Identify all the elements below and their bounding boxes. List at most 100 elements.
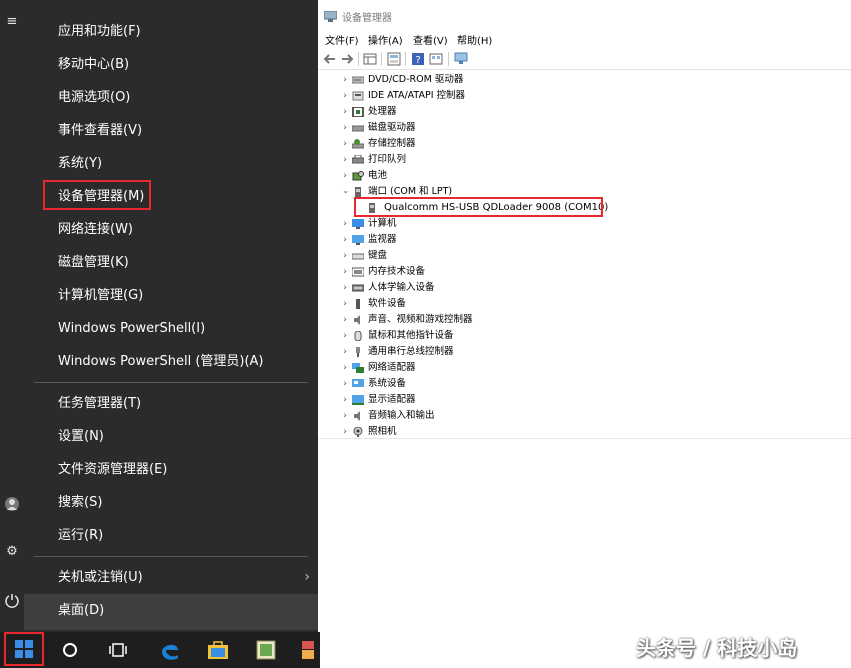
expand-chevron-icon[interactable]: › <box>340 152 350 168</box>
expand-chevron-icon[interactable]: › <box>340 408 350 424</box>
tree-node-sound[interactable]: › 声音、视频和游戏控制器 <box>318 312 851 328</box>
tree-bottom-border <box>318 438 851 439</box>
tree-node-computer[interactable]: › 计算机 <box>318 216 851 232</box>
keyboard-icon <box>352 253 364 260</box>
menu-bar: 文件(F) 操作(A) 查看(V) 帮助(H) <box>318 30 851 47</box>
tree-node-keyboard[interactable]: › 键盘 <box>318 248 851 264</box>
menu-item-search[interactable]: 搜索(S) <box>24 486 318 519</box>
toolbar-divider <box>405 52 406 66</box>
camera-icon <box>353 427 363 437</box>
tree-node-monitor[interactable]: › 监视器 <box>318 232 851 248</box>
back-arrow-icon[interactable] <box>323 52 337 66</box>
tree-node-dvd[interactable]: › DVD/CD-ROM 驱动器 <box>318 72 851 88</box>
menu-action[interactable]: 操作(A) <box>368 32 403 47</box>
expand-chevron-icon[interactable]: › <box>340 72 350 88</box>
app-icon[interactable] <box>246 632 286 668</box>
settings-gear-icon[interactable]: ⚙ <box>4 544 20 560</box>
tree-node-network[interactable]: › 网络适配器 <box>318 360 851 376</box>
toolbar-divider <box>358 52 359 66</box>
tree-node-software-device[interactable]: › 软件设备 <box>318 296 851 312</box>
system-device-icon <box>352 379 364 387</box>
scan-hardware-icon[interactable] <box>454 52 468 66</box>
view-details-icon[interactable] <box>429 52 443 66</box>
expand-chevron-icon[interactable]: › <box>340 376 350 392</box>
tree-node-printer[interactable]: › 打印队列 <box>318 152 851 168</box>
menu-item-shutdown-signout[interactable]: 关机或注销(U) › <box>24 561 318 594</box>
tree-node-memory[interactable]: › 内存技术设备 <box>318 264 851 280</box>
expand-chevron-icon[interactable]: › <box>340 232 350 248</box>
expand-chevron-icon[interactable]: › <box>340 264 350 280</box>
hid-icon <box>352 284 364 292</box>
expand-chevron-icon[interactable]: › <box>340 88 350 104</box>
edge-icon[interactable] <box>150 632 190 668</box>
highlight-box-device-manager <box>43 180 151 210</box>
menu-item-computer-management[interactable]: 计算机管理(G) <box>24 279 318 312</box>
expand-chevron-icon[interactable]: › <box>340 344 350 360</box>
ide-icon <box>352 91 364 101</box>
menu-file[interactable]: 文件(F) <box>325 32 359 47</box>
expand-chevron-icon[interactable]: › <box>340 216 350 232</box>
port-icon <box>355 187 361 197</box>
app-icon-partial[interactable] <box>296 632 320 668</box>
menu-item-desktop[interactable]: 桌面(D) <box>24 594 318 630</box>
menu-item-powershell[interactable]: Windows PowerShell(I) <box>24 312 318 345</box>
user-avatar-icon[interactable] <box>4 496 20 512</box>
power-icon[interactable] <box>4 592 20 608</box>
cortana-circle-icon[interactable] <box>50 632 90 668</box>
expand-chevron-icon[interactable]: › <box>340 168 350 184</box>
watermark-text: 头条号 / 科技小岛 <box>636 636 798 660</box>
menu-view[interactable]: 查看(V) <box>413 32 448 47</box>
properties-grid-icon[interactable] <box>363 52 377 66</box>
expand-chevron-icon[interactable]: › <box>340 280 350 296</box>
expand-chevron-icon[interactable]: › <box>340 392 350 408</box>
memory-icon <box>352 267 364 277</box>
tree-node-hid[interactable]: › 人体学输入设备 <box>318 280 851 296</box>
dvd-icon <box>352 76 364 84</box>
expand-chevron-icon[interactable]: › <box>340 328 350 344</box>
tree-node-ide[interactable]: › IDE ATA/ATAPI 控制器 <box>318 88 851 104</box>
chevron-right-icon: › <box>304 569 310 585</box>
tree-node-display-adapter[interactable]: › 显示适配器 <box>318 392 851 408</box>
tree-node-storage[interactable]: › 存储控制器 <box>318 136 851 152</box>
menu-divider <box>34 556 308 557</box>
menu-item-power-options[interactable]: 电源选项(O) <box>24 81 318 114</box>
hamburger-menu-icon[interactable]: ≡ <box>4 14 20 30</box>
tree-node-system-device[interactable]: › 系统设备 <box>318 376 851 392</box>
tree-node-battery[interactable]: › 电池 <box>318 168 851 184</box>
tree-node-processor[interactable]: › 处理器 <box>318 104 851 120</box>
forward-arrow-icon[interactable] <box>340 52 354 66</box>
expand-chevron-icon[interactable]: › <box>340 104 350 120</box>
store-icon[interactable] <box>198 632 238 668</box>
update-driver-icon[interactable] <box>387 52 401 66</box>
menu-item-mobility-center[interactable]: 移动中心(B) <box>24 48 318 81</box>
usb-icon <box>356 347 360 357</box>
menu-item-file-explorer[interactable]: 文件资源管理器(E) <box>24 453 318 486</box>
menu-item-apps-features[interactable]: 应用和功能(F) <box>24 15 318 48</box>
menu-item-disk-management[interactable]: 磁盘管理(K) <box>24 246 318 279</box>
tree-node-audio[interactable]: › 音频输入和输出 <box>318 408 851 424</box>
expand-chevron-icon[interactable]: › <box>340 136 350 152</box>
expand-chevron-icon[interactable]: › <box>340 312 350 328</box>
menu-item-powershell-admin[interactable]: Windows PowerShell (管理员)(A) <box>24 345 318 378</box>
expand-chevron-icon[interactable]: › <box>340 248 350 264</box>
expand-chevron-icon[interactable]: › <box>340 296 350 312</box>
menu-item-task-manager[interactable]: 任务管理器(T) <box>24 387 318 420</box>
menu-item-event-viewer[interactable]: 事件查看器(V) <box>24 114 318 147</box>
title-bar: 设备管理器 <box>318 0 851 30</box>
menu-item-network-connections[interactable]: 网络连接(W) <box>24 213 318 246</box>
menu-item-run[interactable]: 运行(R) <box>24 519 318 552</box>
disk-icon <box>352 125 364 132</box>
tree-node-usb[interactable]: › 通用串行总线控制器 <box>318 344 851 360</box>
tree-node-mouse[interactable]: › 鼠标和其他指针设备 <box>318 328 851 344</box>
tree-node-disk[interactable]: › 磁盘驱动器 <box>318 120 851 136</box>
menu-item-settings[interactable]: 设置(N) <box>24 420 318 453</box>
expand-chevron-icon[interactable]: › <box>340 360 350 376</box>
expand-chevron-icon[interactable]: › <box>340 120 350 136</box>
collapse-chevron-icon[interactable]: › <box>337 187 353 197</box>
svg-text:?: ? <box>415 55 420 66</box>
menu-help[interactable]: 帮助(H) <box>457 32 492 47</box>
menu-item-system[interactable]: 系统(Y) <box>24 147 318 180</box>
task-view-icon[interactable] <box>98 632 138 668</box>
help-icon[interactable]: ? <box>411 52 425 66</box>
start-button[interactable] <box>4 632 44 666</box>
